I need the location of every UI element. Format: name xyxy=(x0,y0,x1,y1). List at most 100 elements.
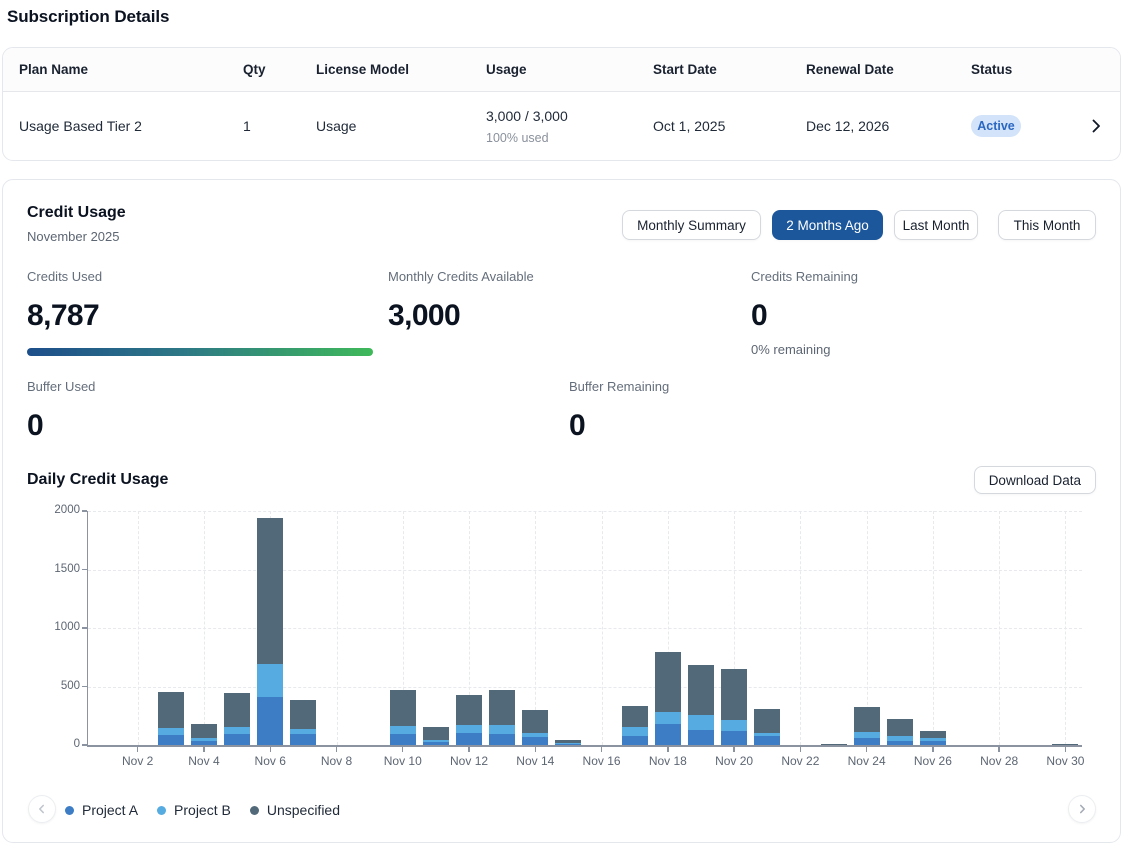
bar-nov-18[interactable] xyxy=(655,652,681,745)
bar-segment-project-a xyxy=(887,741,913,745)
v-gridline xyxy=(933,511,934,745)
bar-segment-unspecified xyxy=(1052,744,1078,745)
credits-remaining-label: Credits Remaining xyxy=(751,269,1096,284)
x-axis-tick xyxy=(468,747,469,752)
bar-nov-19[interactable] xyxy=(688,665,714,745)
bar-segment-unspecified xyxy=(290,700,316,730)
buffer-used-value: 0 xyxy=(27,409,569,442)
bar-segment-project-a xyxy=(854,738,880,745)
chart-header: Daily Credit Usage Download Data xyxy=(27,466,1096,494)
bar-nov-13[interactable] xyxy=(489,690,515,745)
bar-segment-project-a xyxy=(489,734,515,745)
bar-nov-14[interactable] xyxy=(522,710,548,745)
bar-nov-30[interactable] xyxy=(1052,744,1078,745)
bar-nov-24[interactable] xyxy=(854,707,880,745)
filter-button-last-month[interactable]: Last Month xyxy=(894,210,978,240)
bar-nov-12[interactable] xyxy=(456,695,482,745)
legend-label: Project B xyxy=(174,802,231,818)
bar-segment-project-b xyxy=(489,725,515,734)
bar-nov-23[interactable] xyxy=(821,744,847,745)
usage-amount: 3,000 / 3,000 xyxy=(486,108,653,124)
x-axis-tick xyxy=(932,747,933,752)
chart-plot-area: 0500100015002000Nov 2Nov 4Nov 6Nov 8Nov … xyxy=(88,511,1082,745)
bar-nov-11[interactable] xyxy=(423,727,449,745)
bar-segment-unspecified xyxy=(887,719,913,736)
bar-segment-project-a xyxy=(655,724,681,745)
bar-nov-26[interactable] xyxy=(920,731,946,746)
col-start-date: Start Date xyxy=(653,62,806,77)
bar-nov-15[interactable] xyxy=(555,740,581,745)
filter-button-2-months-ago[interactable]: 2 Months Ago xyxy=(772,210,883,240)
col-qty: Qty xyxy=(243,62,316,77)
status-badge: Active xyxy=(971,115,1021,137)
bar-nov-5[interactable] xyxy=(224,693,250,745)
filter-button-monthly-summary[interactable]: Monthly Summary xyxy=(622,210,761,240)
legend-label: Unspecified xyxy=(267,802,340,818)
bar-nov-21[interactable] xyxy=(754,709,780,745)
credit-usage-card: Credit Usage November 2025 Monthly Summa… xyxy=(2,179,1121,843)
bar-segment-unspecified xyxy=(257,518,283,664)
x-axis-tick xyxy=(203,747,204,752)
bar-segment-project-b xyxy=(688,715,714,730)
bar-segment-unspecified xyxy=(854,707,880,732)
legend-label: Project A xyxy=(82,802,138,818)
x-axis-tick xyxy=(667,747,668,752)
x-axis-tick xyxy=(601,747,602,752)
bar-segment-unspecified xyxy=(158,692,184,728)
legend-item-unspecified[interactable]: Unspecified xyxy=(250,802,340,818)
bar-nov-20[interactable] xyxy=(721,669,747,745)
x-axis-label: Nov 14 xyxy=(505,754,565,768)
bar-nov-10[interactable] xyxy=(390,690,416,745)
credits-remaining-note: 0% remaining xyxy=(751,342,1096,357)
x-axis-tick xyxy=(866,747,867,752)
y-axis-label: 2000 xyxy=(40,504,80,516)
legend-item-project-b[interactable]: Project B xyxy=(157,802,231,818)
chart-legend-row: Project A Project B Unspecified xyxy=(27,796,1096,824)
x-axis-label: Nov 26 xyxy=(903,754,963,768)
bar-segment-unspecified xyxy=(821,744,847,745)
cell-plan-name: Usage Based Tier 2 xyxy=(19,118,243,134)
bar-segment-project-a xyxy=(522,737,548,745)
x-axis-tick xyxy=(402,747,403,752)
bar-segment-project-a xyxy=(390,734,416,745)
period-filter-group: Monthly Summary 2 Months Ago Last Month Thi… xyxy=(622,210,1096,240)
bar-nov-3[interactable] xyxy=(158,692,184,745)
x-axis-label: Nov 2 xyxy=(108,754,168,768)
y-axis-label: 0 xyxy=(40,738,80,750)
table-row[interactable]: Usage Based Tier 2 1 Usage 3,000 / 3,000… xyxy=(3,92,1120,160)
buffer-used-label: Buffer Used xyxy=(27,379,569,394)
row-expand-button[interactable] xyxy=(1086,116,1106,136)
bar-nov-7[interactable] xyxy=(290,700,316,746)
chart-prev-button[interactable] xyxy=(28,795,56,823)
y-axis xyxy=(87,511,89,745)
bar-segment-unspecified xyxy=(390,690,416,727)
bar-nov-25[interactable] xyxy=(887,719,913,745)
buffer-remaining-value: 0 xyxy=(569,409,1096,442)
filter-button-this-month[interactable]: This Month xyxy=(998,210,1096,240)
download-data-button[interactable]: Download Data xyxy=(974,466,1096,494)
chart-legend: Project A Project B Unspecified xyxy=(65,796,359,824)
monthly-credits-available-label: Monthly Credits Available xyxy=(388,269,751,284)
x-axis-label: Nov 22 xyxy=(770,754,830,768)
x-axis-label: Nov 28 xyxy=(969,754,1029,768)
bar-segment-project-b xyxy=(622,727,648,736)
bar-nov-17[interactable] xyxy=(622,706,648,745)
stat-credits-used: Credits Used 8,787 xyxy=(27,269,388,357)
bar-nov-6[interactable] xyxy=(257,518,283,745)
credits-remaining-value: 0 xyxy=(751,299,1096,332)
col-renewal-date: Renewal Date xyxy=(806,62,971,77)
subscription-table-card: Plan Name Qty License Model Usage Start … xyxy=(2,47,1121,161)
bar-segment-unspecified xyxy=(456,695,482,725)
bar-segment-unspecified xyxy=(522,710,548,734)
bar-segment-project-a xyxy=(224,734,250,745)
chart-next-button[interactable] xyxy=(1068,795,1096,823)
legend-item-project-a[interactable]: Project A xyxy=(65,802,138,818)
cell-status: Active xyxy=(971,115,1086,137)
stat-buffer-remaining: Buffer Remaining 0 xyxy=(569,379,1096,442)
bar-nov-4[interactable] xyxy=(191,724,217,745)
bar-segment-project-a xyxy=(257,697,283,745)
x-axis-tick xyxy=(336,747,337,752)
x-axis-label: Nov 20 xyxy=(704,754,764,768)
v-gridline xyxy=(1065,511,1066,745)
legend-dot xyxy=(157,806,166,815)
